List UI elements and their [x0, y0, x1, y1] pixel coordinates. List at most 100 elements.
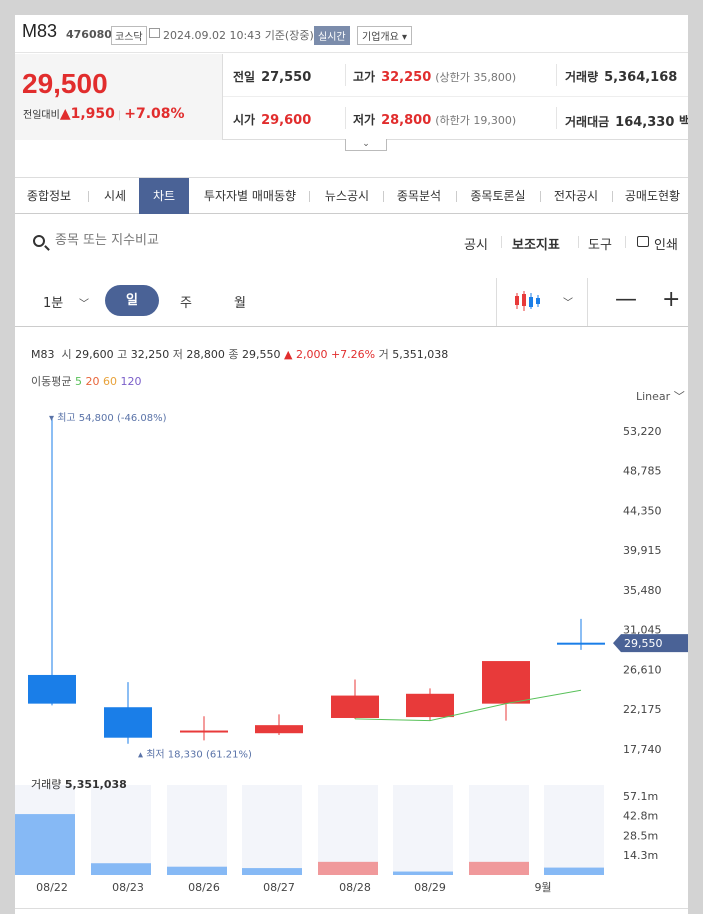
print-icon[interactable]	[637, 236, 649, 247]
x-tick-label: 08/27	[263, 881, 295, 894]
volume-value: 5,364,168	[604, 70, 678, 85]
tab-forum[interactable]: 종목토론실	[460, 178, 536, 214]
stock-page: M83 476080 코스닥 2024.09.02 10:43 기준(장중) 실…	[15, 15, 688, 914]
trade-value-value: 164,330 백만	[615, 115, 688, 130]
y-tick-label: 48,785	[623, 465, 662, 478]
info-close: 29,550	[242, 348, 281, 361]
y-tick-label: 35,480	[623, 584, 662, 597]
period-day-button[interactable]: 일	[105, 285, 159, 316]
y-tick-label: 39,915	[623, 544, 662, 557]
high-label: 고가	[353, 70, 376, 84]
stock-code: 476080	[66, 28, 112, 41]
tools-button[interactable]: 도구	[588, 234, 612, 253]
tab-short-selling[interactable]: 공매도현황	[617, 178, 688, 214]
volume-bar	[318, 861, 378, 875]
divider: |	[117, 110, 122, 121]
open-label: 시가	[233, 113, 256, 127]
volume-bg	[469, 785, 529, 875]
minute-select[interactable]: 1분	[43, 292, 63, 311]
x-tick-label: 08/26	[188, 881, 220, 894]
volume-bar	[544, 867, 604, 875]
prev-value: 27,550	[261, 70, 312, 85]
expand-toggle[interactable]: ⌄	[345, 139, 387, 151]
y-tick-label: 26,610	[623, 663, 662, 676]
realtime-button[interactable]: 실시간	[314, 26, 350, 45]
volume-bg	[167, 785, 227, 875]
open-price: 시가 29,600	[233, 111, 311, 128]
low-label: 저가	[353, 113, 376, 127]
period-bar: 1분 ﹀ 일 주 월 ﹀ — +	[15, 278, 688, 327]
low-price: 저가 28,800 (하한가 19,300)	[353, 111, 516, 128]
period-week-button[interactable]: 주	[180, 292, 192, 311]
volume-tick-label: 14.3m	[623, 849, 658, 862]
y-tick-label: 17,740	[623, 743, 662, 756]
search-icon[interactable]	[33, 235, 45, 247]
chevron-down-icon[interactable]: ﹀	[79, 295, 89, 310]
info-high: 32,250	[130, 348, 170, 361]
volume-tick-label: 42.8m	[623, 810, 658, 823]
candle-body	[28, 674, 76, 704]
search-input[interactable]	[55, 233, 335, 248]
ma-120: 120	[120, 375, 142, 388]
company-info-dropdown[interactable]: 기업개요 ▾	[357, 26, 413, 45]
volume-bg	[318, 785, 378, 875]
divider	[496, 278, 497, 326]
datetime: 2024.09.02 10:43 기준(장중)	[163, 27, 314, 43]
change-value: 1,950	[70, 106, 115, 122]
stock-name: M83	[22, 21, 58, 41]
price-chart[interactable]: 53,22048,78544,35039,91535,48031,04526,6…	[15, 405, 688, 905]
candle-body	[180, 730, 228, 733]
ma-60: 60	[102, 375, 117, 388]
tab-analysis[interactable]: 종목분석	[387, 178, 451, 214]
scale-select[interactable]: Linear ﹀	[636, 388, 685, 404]
x-tick-label: 08/29	[414, 881, 446, 894]
calendar-icon	[149, 28, 160, 38]
info-close-label: 종	[228, 348, 239, 361]
chevron-down-icon[interactable]: ﹀	[563, 294, 573, 309]
quote-row-1: 전일 27,550 고가 32,250 (상한가 35,800) 거래량 5,364,1…	[223, 54, 688, 97]
divider	[556, 64, 557, 86]
print-button[interactable]: 인쇄	[654, 234, 678, 253]
candle-body	[482, 661, 530, 704]
candle-body	[406, 693, 454, 718]
tab-disclosure[interactable]: 전자공시	[544, 178, 608, 214]
moving-average-legend[interactable]: 이동평균 5 20 60 120	[31, 373, 141, 389]
change-label: 전일대비	[23, 110, 60, 121]
disclosure-button[interactable]: 공시	[464, 234, 488, 253]
ohlc-info: M83 시 29,600 고 32,250 저 28,800 종 29,550 …	[31, 346, 448, 362]
period-month-button[interactable]: 월	[234, 292, 246, 311]
datetime-basis: 기준(장중)	[264, 29, 314, 42]
x-tick-label: 08/23	[112, 881, 144, 894]
divider	[456, 191, 457, 202]
tab-investor[interactable]: 투자자별 매매동향	[195, 178, 305, 214]
price-box: 29,500 전일대비▲1,950 | +7.08%	[15, 54, 223, 140]
high-value: 32,250	[381, 70, 432, 85]
candlestick-type-icon[interactable]	[515, 290, 541, 312]
tab-summary[interactable]: 종합정보	[15, 178, 83, 214]
ma5-line	[354, 689, 582, 722]
volume-bar	[393, 871, 453, 875]
price-change: 전일대비▲1,950 | +7.08%	[23, 106, 185, 122]
candle-body	[331, 695, 379, 718]
max-annotation: ▾ 최고 54,800 (-46.08%)	[49, 412, 167, 424]
tab-chart[interactable]: 차트	[139, 178, 189, 214]
company-info-label: 기업개요	[362, 32, 399, 43]
divider	[578, 236, 579, 248]
divider	[540, 191, 541, 202]
volume-bar	[91, 863, 151, 875]
chart-toolbar: 공시 보조지표 도구 인쇄	[15, 225, 688, 261]
volume-bg	[544, 785, 604, 875]
current-price-label: 29,550	[624, 637, 663, 650]
zoom-out-button[interactable]: —	[615, 288, 637, 312]
tab-news[interactable]: 뉴스공시	[315, 178, 379, 214]
tab-price[interactable]: 시세	[93, 178, 137, 214]
info-high-label: 고	[117, 348, 128, 361]
quote-row-2: 시가 29,600 저가 28,800 (하한가 19,300) 거래대금 164,33…	[223, 97, 688, 140]
zoom-in-button[interactable]: +	[662, 288, 680, 312]
divider	[556, 107, 557, 129]
datetime-value: 2024.09.02 10:43	[163, 29, 262, 42]
divider	[612, 191, 613, 202]
x-tick-label: 9월	[534, 881, 551, 894]
chevron-down-icon: ⌄	[362, 139, 370, 149]
indicator-button[interactable]: 보조지표	[512, 234, 560, 253]
